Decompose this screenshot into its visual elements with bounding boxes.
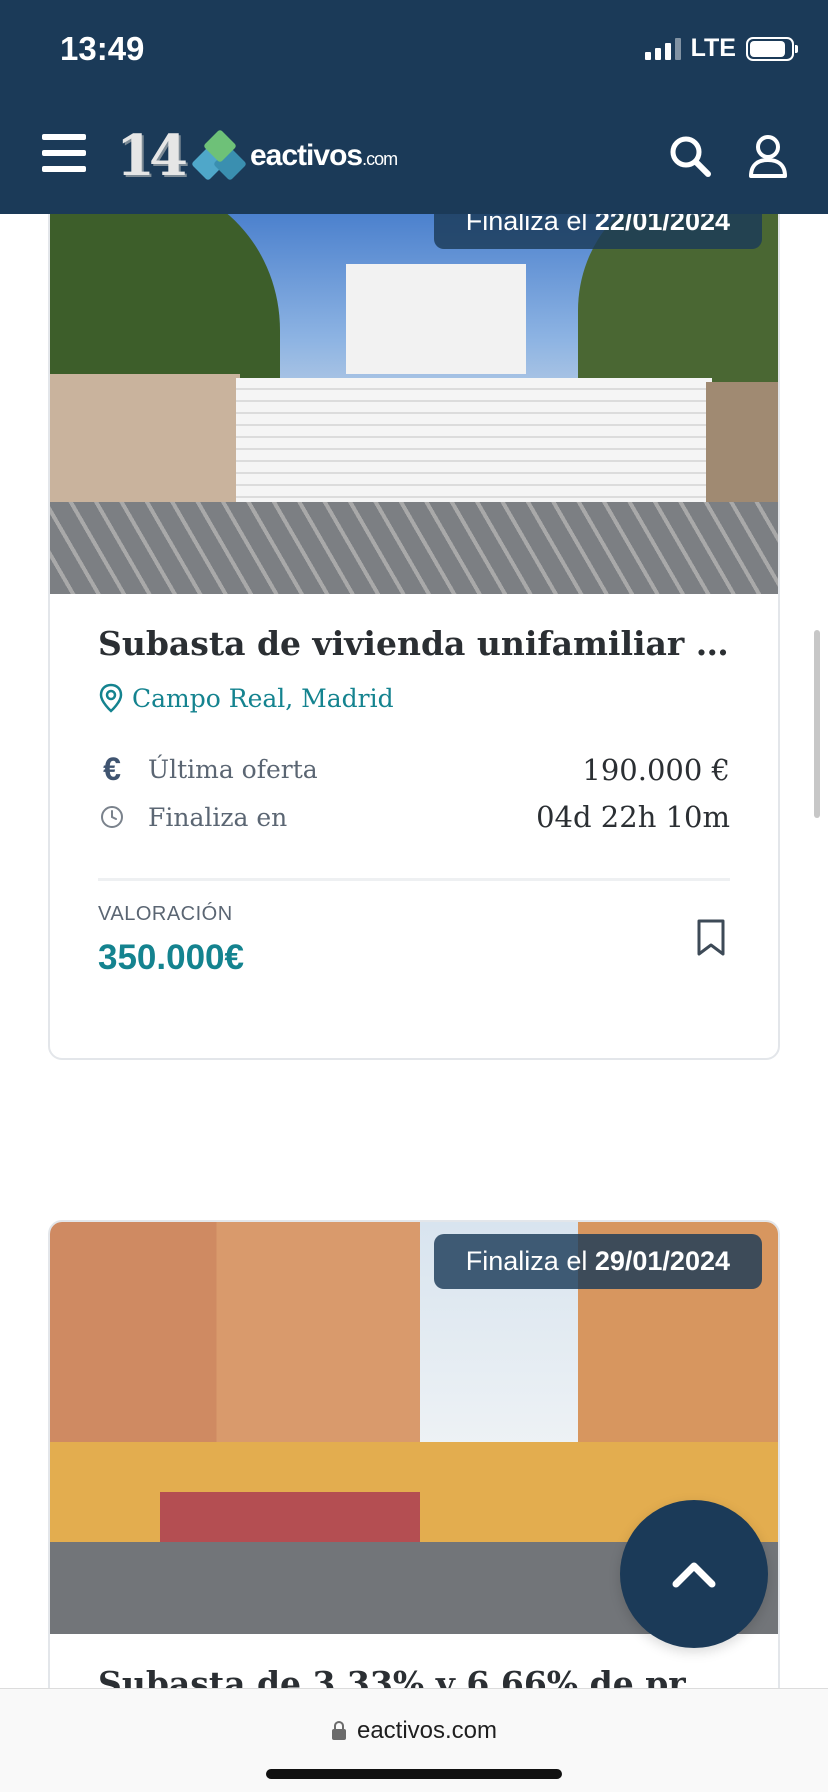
valuation-label: VALORACIÓN: [98, 903, 233, 925]
search-icon: [670, 136, 711, 177]
account-button[interactable]: [748, 134, 788, 178]
brand-logo[interactable]: eactivos.com: [191, 129, 398, 181]
listing-card[interactable]: Finaliza el 29/01/2024: [48, 1220, 780, 1740]
bookmark-icon: [697, 919, 725, 956]
network-label: LTE: [690, 34, 736, 62]
valuation-value: 350.000€: [98, 938, 244, 977]
listing-title[interactable]: Subasta de vivienda unifamiliar en Campo…: [98, 624, 730, 663]
user-icon: [749, 135, 787, 178]
cubes-logo-icon: [191, 129, 247, 181]
scrollbar[interactable]: [814, 630, 820, 818]
menu-icon-bar: [42, 134, 86, 140]
clock-icon: [98, 805, 126, 829]
ends-in-row: Finaliza en 04d 22h 10m: [98, 800, 730, 834]
menu-button[interactable]: [42, 134, 86, 172]
chevron-up-icon: [672, 1562, 716, 1588]
location-pin-icon: [99, 683, 123, 713]
url-bar[interactable]: eactivos.com: [0, 1717, 828, 1745]
listing-card[interactable]: Finaliza el 22/01/2024 Subasta de vivien…: [48, 180, 780, 1060]
app-header: 13:49 LTE 14 eactivos.com: [0, 0, 828, 214]
brand-name: eactivos.com: [250, 139, 398, 172]
menu-icon-bar: [42, 150, 86, 156]
status-indicators: LTE: [644, 34, 798, 63]
status-time: 13:49: [60, 30, 145, 67]
battery-icon: [746, 36, 798, 61]
lock-icon: [331, 1721, 346, 1740]
home-indicator[interactable]: [266, 1769, 562, 1779]
bookmark-button[interactable]: [696, 919, 726, 962]
browser-bottom-bar: eactivos.com: [0, 1688, 828, 1792]
signal-icon: [644, 37, 681, 60]
url-text: eactivos.com: [356, 1717, 498, 1744]
listing-photo[interactable]: Finaliza el 22/01/2024: [50, 182, 778, 594]
search-button[interactable]: [668, 134, 712, 178]
scroll-to-top-button[interactable]: [620, 1500, 768, 1648]
last-offer-value: 190.000 €: [582, 752, 730, 787]
divider: [98, 878, 730, 881]
ends-in-label: Finaliza en: [148, 802, 288, 832]
menu-icon-bar: [42, 166, 86, 172]
last-offer-label: Última oferta: [148, 755, 318, 784]
logo-14-icon[interactable]: 14: [116, 128, 188, 184]
last-offer-row: € Última oferta 190.000 €: [98, 751, 730, 788]
end-date-badge: Finaliza el 29/01/2024: [433, 1234, 762, 1289]
listing-location: Campo Real, Madrid: [98, 683, 730, 713]
ends-in-value: 04d 22h 10m: [536, 800, 730, 834]
euro-icon: €: [103, 751, 121, 787]
